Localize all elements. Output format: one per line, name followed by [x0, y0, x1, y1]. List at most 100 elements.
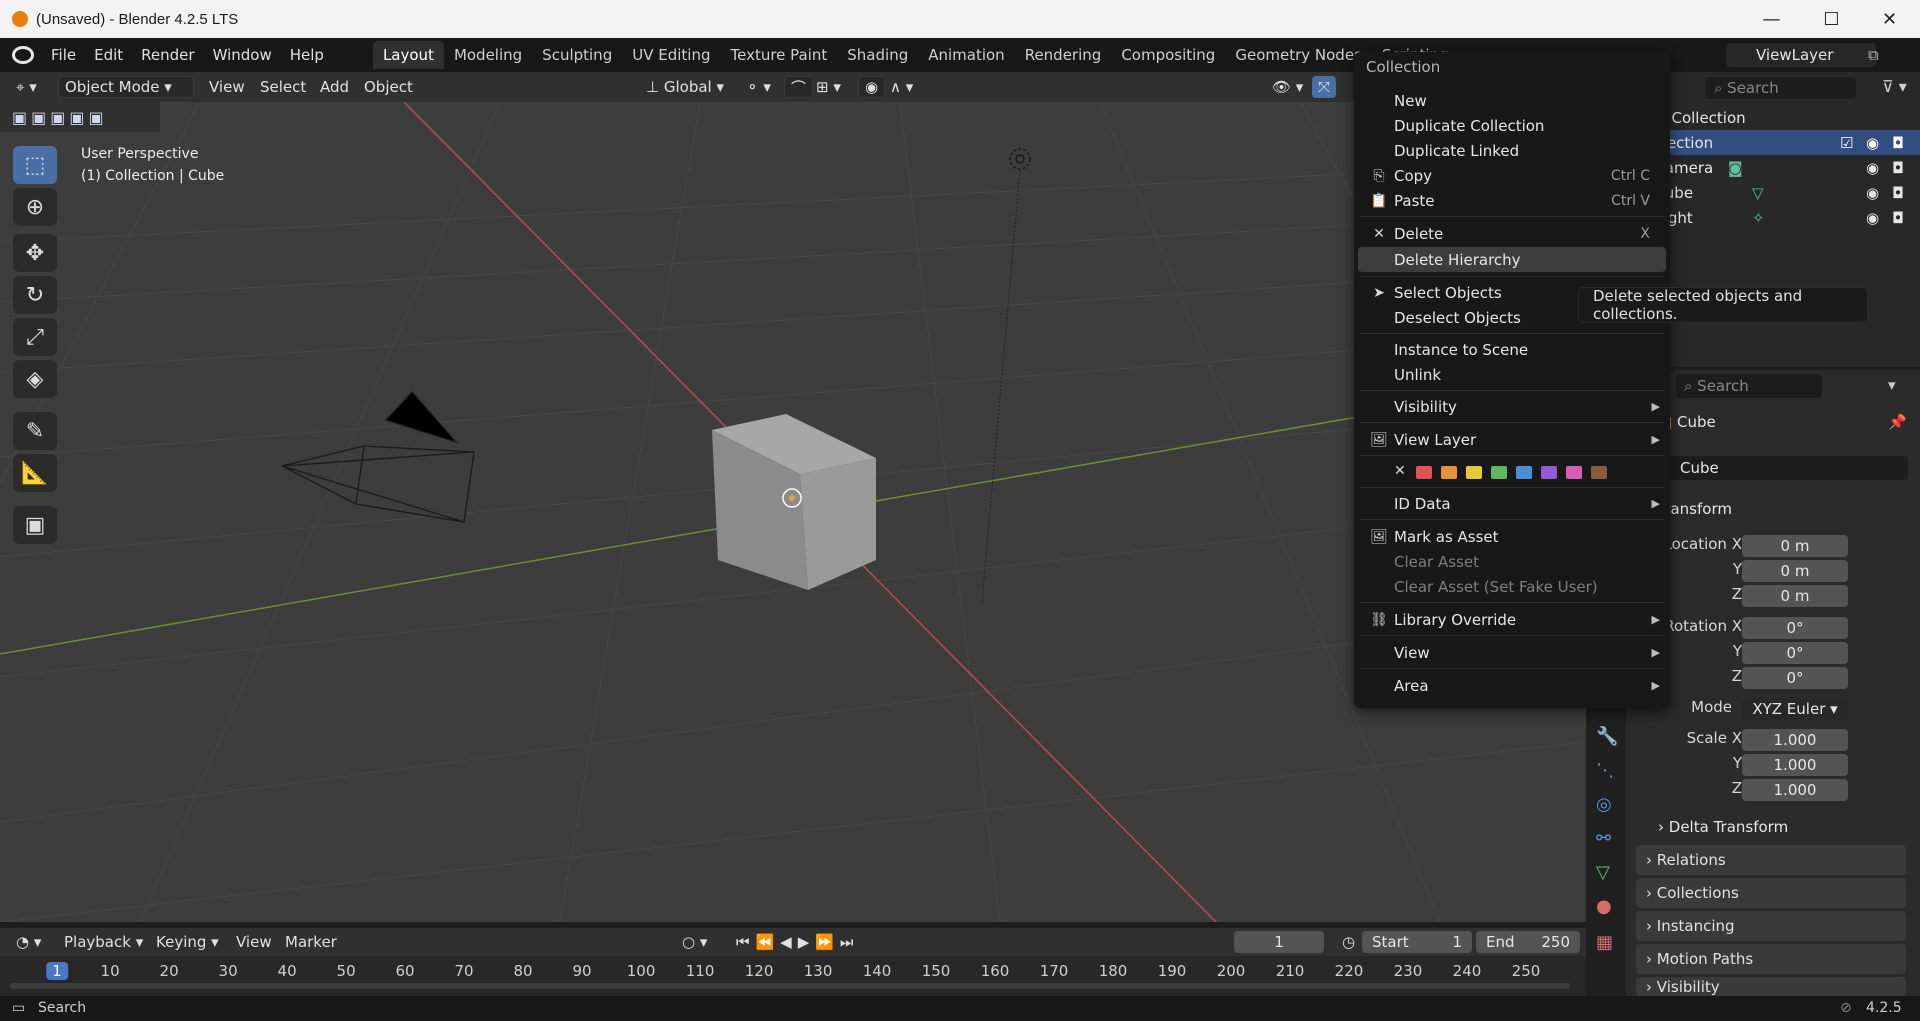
editor-type-icon[interactable]: ⌖ ▾ [10, 76, 43, 98]
gizmo-icon[interactable]: ⤧ [1312, 76, 1337, 98]
menu-file[interactable]: File [42, 46, 85, 64]
add-cube-tool-icon[interactable]: ▣ [13, 506, 57, 544]
camera-render-icon[interactable]: ◘ [1892, 209, 1904, 227]
eye-icon[interactable]: ◉ [1866, 209, 1879, 227]
eye-icon[interactable]: ◉ [1866, 134, 1879, 152]
playback-controls[interactable]: ⏮⏪◀▶⏩⏭ [730, 931, 865, 953]
eye-icon[interactable]: ◉ [1866, 159, 1879, 177]
menu-item-view-layer[interactable]: 🖼 View Layer ▶ [1354, 427, 1670, 452]
falloff-icon[interactable]: ∧ ▾ [884, 76, 919, 98]
transform-section-header[interactable]: ⌄ Transform [1640, 496, 1908, 522]
rotation-y-field[interactable]: 0° [1742, 642, 1848, 664]
color-tag-01[interactable] [1416, 466, 1432, 479]
light-object[interactable] [981, 148, 1031, 603]
menu-item-paste[interactable]: 📋 Paste Ctrl V [1354, 188, 1670, 213]
color-tag-02[interactable] [1441, 466, 1457, 479]
select-box-tool-icon[interactable]: ⬚ [13, 146, 57, 184]
scale-y-field[interactable]: 1.000 [1742, 754, 1848, 776]
camera-render-icon[interactable]: ◘ [1892, 134, 1904, 152]
snap-icon[interactable]: ⌒ [784, 76, 814, 98]
scale-z-field[interactable]: 1.000 [1742, 779, 1848, 801]
add-view-layer-icon[interactable]: ⧉ [1868, 46, 1879, 64]
menu-item-delete-hierarchy[interactable]: Delete Hierarchy [1358, 247, 1666, 272]
maximize-button[interactable]: ☐ [1804, 0, 1859, 38]
filter-icon[interactable]: ⊽ ▾ [1882, 77, 1907, 96]
menu-item-copy[interactable]: ⎘ Copy Ctrl C [1354, 163, 1670, 188]
properties-search-input[interactable]: ⌕ Search [1676, 374, 1822, 398]
location-z-field[interactable]: 0 m [1742, 585, 1848, 607]
add-menu[interactable]: Add [314, 76, 355, 98]
physics-tab-icon[interactable]: ◎ [1596, 794, 1612, 815]
texture-tab-icon[interactable]: ▦ [1596, 932, 1613, 953]
tab-rendering[interactable]: Rendering [1015, 41, 1112, 69]
minimize-button[interactable]: — [1744, 0, 1799, 38]
menu-item-duplicate-linked[interactable]: Duplicate Linked [1354, 138, 1670, 163]
rotation-z-field[interactable]: 0° [1742, 667, 1848, 689]
timeline-ruler[interactable]: 1 10 20 30 40 50 60 70 80 90 100 110 120 130 140 150 160… [0, 956, 1586, 996]
pivot-icon[interactable]: ⚬ ▾ [740, 76, 777, 98]
view-layer-selector[interactable]: ViewLayer [1726, 43, 1876, 67]
outliner-search-input[interactable]: ⌕ Search [1706, 77, 1856, 99]
tab-modeling[interactable]: Modeling [444, 41, 532, 69]
location-x-field[interactable]: 0 m [1742, 535, 1848, 557]
marker-menu[interactable]: Marker [279, 931, 343, 953]
color-tag-06[interactable] [1541, 466, 1557, 479]
view-menu[interactable]: View [203, 76, 251, 98]
visibility-section[interactable]: › Visibility [1636, 977, 1906, 996]
3d-viewport[interactable]: ⬚ ⊕ ✥ ↻ ⤢ ◈ ✎ 📐 ▣ User Perspective (1) C… [0, 102, 1586, 922]
tab-uv-editing[interactable]: UV Editing [622, 41, 720, 69]
instancing-section[interactable]: › Instancing [1636, 911, 1906, 941]
cursor-tool-icon[interactable]: ⊕ [13, 188, 57, 226]
auto-keying-icon[interactable]: ○ ▾ [676, 931, 713, 953]
menu-item-mark-as-asset[interactable]: 🖼 Mark as Asset [1354, 524, 1670, 549]
scale-tool-icon[interactable]: ⤢ [13, 318, 57, 356]
playback-menu[interactable]: Playback ▾ [58, 931, 149, 953]
annotate-tool-icon[interactable]: ✎ [13, 412, 57, 450]
color-tag-04[interactable] [1491, 466, 1507, 479]
menu-item-unlink[interactable]: Unlink [1354, 362, 1670, 387]
select-mode-icons[interactable]: ▣▣▣▣▣ [12, 108, 108, 127]
collection-checkbox[interactable]: ☑ [1840, 134, 1853, 152]
object-menu[interactable]: Object [358, 76, 419, 98]
move-tool-icon[interactable]: ✥ [13, 234, 57, 272]
menu-item-library-override[interactable]: ⛓ Library Override ▶ [1354, 607, 1670, 632]
color-tag-08[interactable] [1591, 466, 1607, 479]
eye-icon[interactable]: ◉ [1866, 184, 1879, 202]
menu-render[interactable]: Render [132, 46, 203, 64]
measure-tool-icon[interactable]: 📐 [13, 454, 57, 492]
end-frame-field[interactable]: End 250 [1476, 931, 1580, 953]
menu-window[interactable]: Window [204, 46, 281, 64]
material-tab-icon[interactable]: ● [1596, 896, 1612, 917]
menu-item-id-data[interactable]: ID Data ▶ [1354, 491, 1670, 516]
menu-item-clear-asset[interactable]: Clear Asset [1354, 549, 1670, 574]
menu-help[interactable]: Help [281, 46, 333, 64]
keying-menu[interactable]: Keying ▾ [150, 931, 225, 953]
proportional-edit-icon[interactable]: ◉ [858, 76, 886, 98]
motion-paths-section[interactable]: › Motion Paths [1636, 944, 1906, 974]
timeline-editor-type-icon[interactable]: ◔ ▾ [10, 931, 47, 953]
constraints-tab-icon[interactable]: ⚯ [1596, 828, 1611, 849]
menu-item-new[interactable]: New [1354, 88, 1670, 113]
camera-render-icon[interactable]: ◘ [1892, 184, 1904, 202]
location-y-field[interactable]: 0 m [1742, 560, 1848, 582]
menu-item-delete[interactable]: ✕ Delete X [1354, 221, 1670, 246]
properties-options-icon[interactable]: ▾ [1888, 376, 1896, 394]
tab-sculpting[interactable]: Sculpting [532, 41, 622, 69]
clear-color-tag-icon[interactable]: ✕ [1394, 463, 1406, 479]
timeline-view-menu[interactable]: View [230, 931, 278, 953]
menu-item-clear-asset-fake-user[interactable]: Clear Asset (Set Fake User) [1354, 574, 1670, 599]
camera-object[interactable] [281, 391, 475, 523]
tab-geometry-nodes[interactable]: Geometry Nodes [1225, 41, 1372, 69]
menu-item-view[interactable]: View ▶ [1354, 640, 1670, 665]
select-menu[interactable]: Select [254, 76, 312, 98]
color-tag-03[interactable] [1466, 466, 1482, 479]
scale-x-field[interactable]: 1.000 [1742, 729, 1848, 751]
relations-section[interactable]: › Relations [1636, 845, 1906, 875]
menu-item-duplicate-collection[interactable]: Duplicate Collection [1354, 113, 1670, 138]
transform-tool-icon[interactable]: ◈ [13, 360, 57, 398]
tab-layout[interactable]: Layout [372, 41, 444, 69]
menu-item-area[interactable]: Area ▶ [1354, 673, 1670, 698]
rotate-tool-icon[interactable]: ↻ [13, 276, 57, 314]
timeline-scrollbar[interactable] [10, 983, 1570, 989]
collections-section[interactable]: › Collections [1636, 878, 1906, 908]
